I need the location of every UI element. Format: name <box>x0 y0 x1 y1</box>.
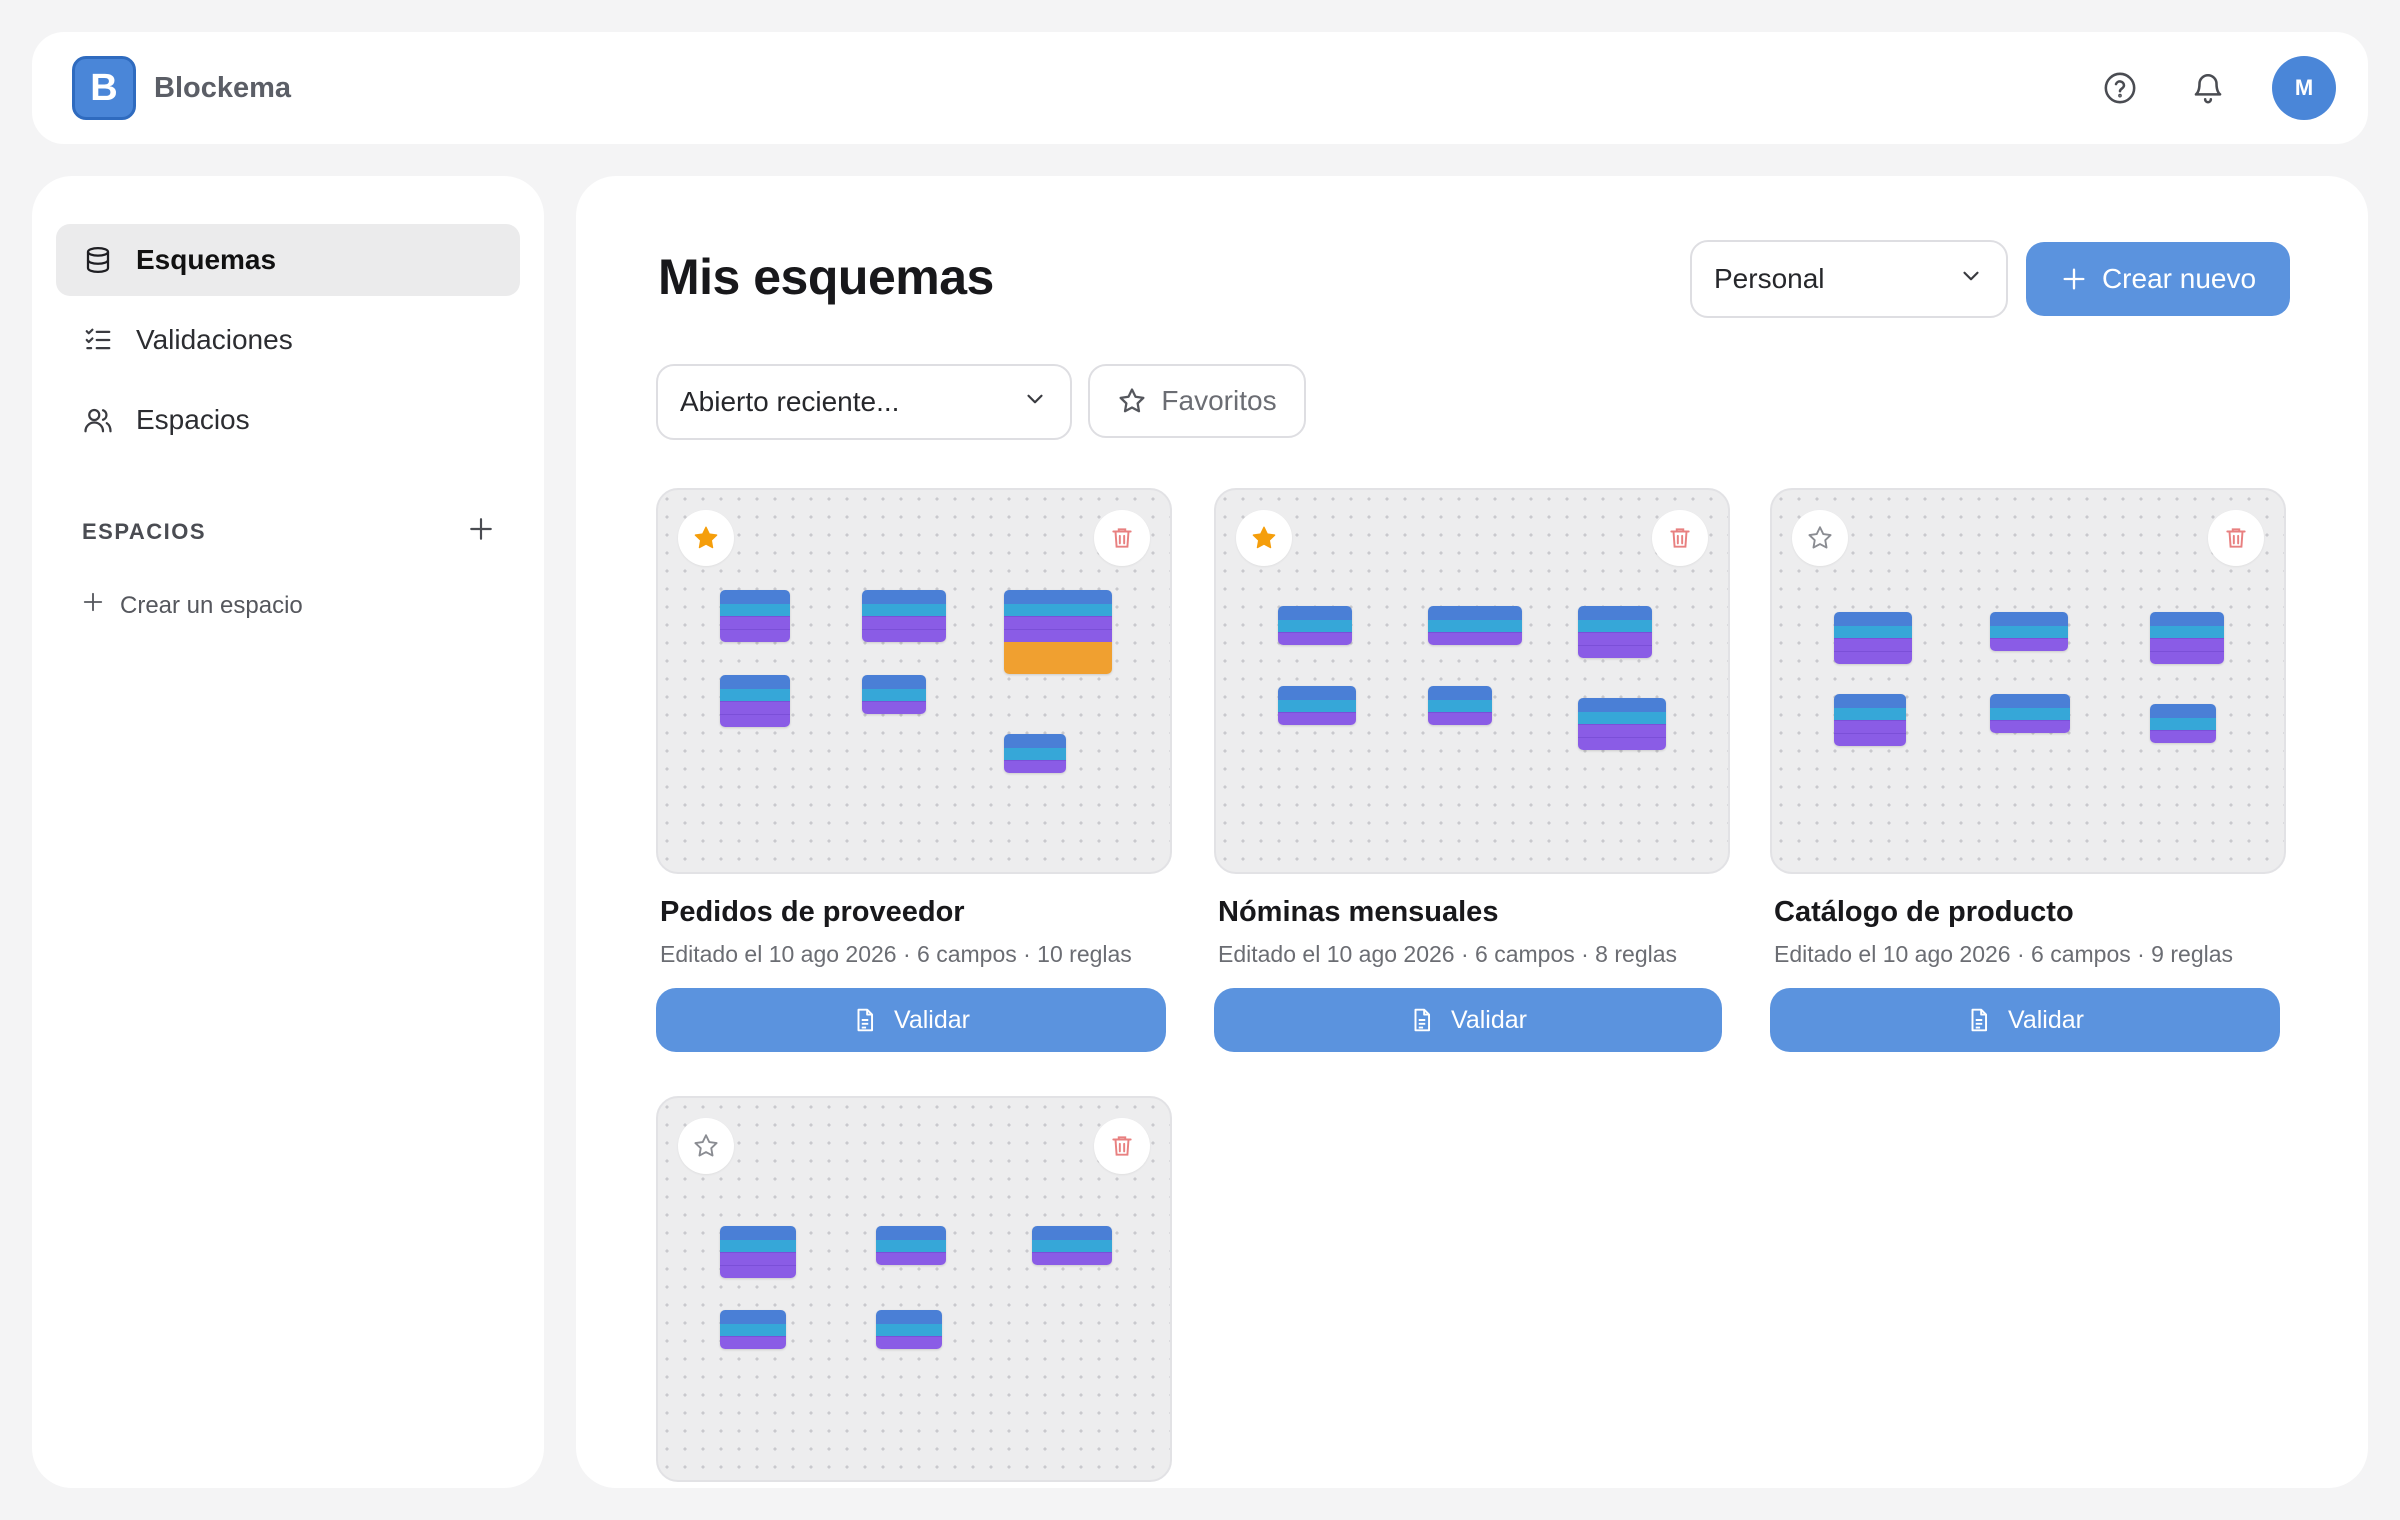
schema-preview[interactable] <box>656 488 1172 874</box>
schema-block <box>876 1310 942 1349</box>
section-title: ESPACIOS <box>82 518 207 544</box>
sidebar-item-label: Espacios <box>136 404 250 435</box>
delete-button[interactable] <box>2208 510 2264 566</box>
schema-block <box>1004 590 1112 674</box>
schema-block <box>2150 704 2216 743</box>
card-meta: Editado el 10 ago 2026 · 6 campos · 9 re… <box>1774 941 2234 967</box>
delete-button[interactable] <box>1094 1118 1150 1174</box>
validate-button[interactable]: Validar <box>1770 988 2280 1052</box>
chevron-down-icon <box>1958 263 1984 296</box>
schema-block <box>1834 694 1906 746</box>
schema-block <box>1278 606 1352 645</box>
schema-block <box>876 1226 946 1265</box>
card-title: Nóminas mensuales <box>1218 896 1499 928</box>
schema-block <box>720 675 790 727</box>
sidebar-item-esquemas[interactable]: Esquemas <box>56 224 520 296</box>
schema-preview[interactable] <box>1214 488 1730 874</box>
schema-block <box>720 590 790 642</box>
star-icon <box>1119 388 1145 413</box>
favorite-toggle[interactable] <box>1792 510 1848 566</box>
document-icon <box>1971 1008 1988 1032</box>
trash-icon <box>1112 1136 1132 1156</box>
help-icon[interactable] <box>2096 64 2144 112</box>
workspace-select-value: Personal <box>1714 263 1825 294</box>
trash-icon <box>1112 528 1132 548</box>
trash-icon <box>1670 528 1690 548</box>
checklist-icon <box>82 324 114 356</box>
favorite-toggle[interactable] <box>678 510 734 566</box>
sort-select-value: Abierto reciente... <box>680 386 900 417</box>
sidebar: Esquemas Validaciones Espacios ESPACIOS … <box>32 176 544 1488</box>
schema-block <box>862 675 926 714</box>
schema-card[interactable]: Catálogo de producto Editado el 10 ago 2… <box>1770 488 2286 1052</box>
create-space-link[interactable]: Crear un espacio <box>56 591 520 620</box>
sidebar-item-espacios[interactable]: Espacios <box>56 384 520 456</box>
validate-button[interactable]: Validar <box>1214 988 1722 1052</box>
document-icon <box>1414 1008 1431 1032</box>
app-name: Blockema <box>154 71 292 104</box>
card-meta: Editado el 10 ago 2026 · 6 campos · 8 re… <box>1218 941 1678 967</box>
users-icon <box>82 404 114 436</box>
create-new-label: Crear nuevo <box>2101 263 2257 294</box>
schema-block <box>1428 606 1522 645</box>
plus-icon <box>82 591 104 620</box>
chevron-down-icon <box>1022 386 1048 419</box>
schema-card[interactable] <box>656 1096 1172 1482</box>
delete-button[interactable] <box>1094 510 1150 566</box>
top-header: B Blockema M <box>32 32 2368 144</box>
document-icon <box>857 1008 874 1032</box>
validate-label: Validar <box>1451 1005 1527 1034</box>
delete-button[interactable] <box>1652 510 1708 566</box>
schema-block <box>1278 686 1356 725</box>
schema-block <box>1428 686 1492 725</box>
bell-icon[interactable] <box>2184 64 2232 112</box>
favorites-label: Favoritos <box>1161 385 1277 416</box>
workspace-select[interactable]: Personal <box>1690 240 2008 318</box>
favorite-toggle[interactable] <box>1236 510 1292 566</box>
plus-icon <box>2063 268 2085 290</box>
star-filled-icon <box>1252 526 1276 549</box>
card-meta: Editado el 10 ago 2026 · 6 campos · 10 r… <box>660 941 1132 967</box>
favorites-filter-button[interactable]: Favoritos <box>1088 364 1306 438</box>
add-space-icon[interactable] <box>468 512 494 551</box>
schema-card[interactable]: Pedidos de proveedor Editado el 10 ago 2… <box>656 488 1172 1052</box>
schema-block <box>1578 698 1666 750</box>
star-icon <box>694 1134 718 1157</box>
schema-block <box>1990 694 2070 733</box>
sidebar-item-validaciones[interactable]: Validaciones <box>56 304 520 376</box>
schema-block <box>1990 612 2068 651</box>
spaces-section-header: ESPACIOS <box>56 512 520 551</box>
schema-block <box>1578 606 1652 658</box>
create-space-label: Crear un espacio <box>120 591 303 619</box>
schema-preview[interactable] <box>1770 488 2286 874</box>
star-filled-icon <box>694 526 718 549</box>
page-title: Mis esquemas <box>658 249 994 305</box>
user-avatar[interactable]: M <box>2272 56 2336 120</box>
schema-block <box>1032 1226 1112 1265</box>
main-panel: Mis esquemas Personal Crear nuevo Abiert… <box>576 176 2368 1488</box>
star-icon <box>1808 526 1832 549</box>
schema-block <box>2150 612 2224 664</box>
sidebar-item-label: Validaciones <box>136 324 293 355</box>
schema-preview[interactable] <box>656 1096 1172 1482</box>
schema-block <box>862 590 946 642</box>
create-new-button[interactable]: Crear nuevo <box>2026 242 2290 316</box>
schema-block <box>720 1310 786 1349</box>
schema-block <box>720 1226 796 1278</box>
favorite-toggle[interactable] <box>678 1118 734 1174</box>
app-logo[interactable]: B <box>72 56 136 120</box>
card-title: Pedidos de proveedor <box>660 896 965 928</box>
database-icon <box>82 244 114 276</box>
validate-label: Validar <box>2008 1005 2084 1034</box>
sidebar-item-label: Esquemas <box>136 244 277 275</box>
trash-icon <box>2226 528 2246 548</box>
validate-button[interactable]: Validar <box>656 988 1166 1052</box>
card-title: Catálogo de producto <box>1774 896 2074 928</box>
schema-block <box>1834 612 1912 664</box>
validate-label: Validar <box>894 1005 970 1034</box>
sort-select[interactable]: Abierto reciente... <box>656 364 1072 440</box>
schema-block <box>1004 734 1066 773</box>
schema-card[interactable]: Nóminas mensuales Editado el 10 ago 2026… <box>1214 488 1730 1052</box>
